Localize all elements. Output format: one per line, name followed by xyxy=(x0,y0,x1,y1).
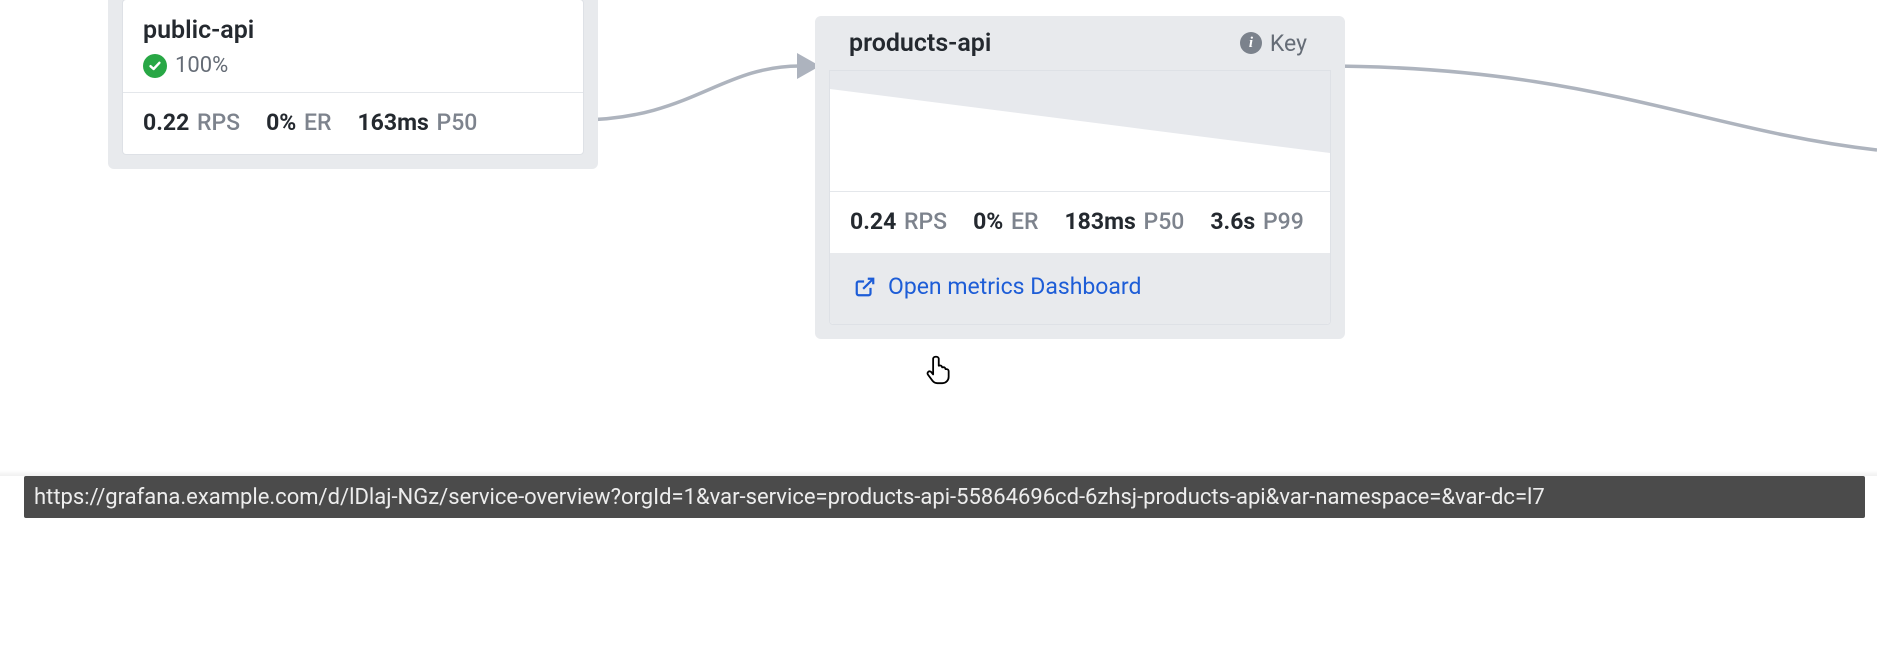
health-value: 100% xyxy=(175,53,228,78)
sparkline-chart xyxy=(830,71,1330,191)
check-circle-icon xyxy=(143,54,167,78)
metric-p50: 183ms P50 xyxy=(1064,208,1184,235)
service-card: public-api 100% 0.22 RPS 0% xyxy=(122,0,584,155)
metric-rps: 0.24 RPS xyxy=(850,208,947,235)
external-link-icon xyxy=(854,276,876,298)
metrics-row: 0.24 RPS 0% ER 183ms P50 3.6s P99 xyxy=(830,192,1330,253)
node-header: public-api 100% xyxy=(123,0,583,92)
status-bar-url: https://grafana.example.com/d/lDlaj-NGz/… xyxy=(34,485,1545,510)
browser-status-bar: https://grafana.example.com/d/lDlaj-NGz/… xyxy=(24,476,1865,518)
health-indicator: 100% xyxy=(143,53,563,78)
edge-products-out xyxy=(1322,66,1877,150)
key-label: Key xyxy=(1270,30,1307,57)
graph-canvas[interactable]: public-api 100% 0.22 RPS 0% xyxy=(0,0,1877,648)
service-card: 0.24 RPS 0% ER 183ms P50 3.6s P99 xyxy=(829,70,1331,325)
metric-rps: 0.22 RPS xyxy=(143,109,240,136)
service-node-public-api[interactable]: public-api 100% 0.22 RPS 0% xyxy=(108,0,598,169)
metrics-row: 0.22 RPS 0% ER 163ms P50 xyxy=(123,93,583,154)
node-titlebar: products-api i Key xyxy=(829,16,1331,70)
edge-public-to-products xyxy=(578,66,800,120)
service-title: public-api xyxy=(143,16,563,45)
metric-p50: 163ms P50 xyxy=(357,109,477,136)
open-metrics-dashboard-link[interactable]: Open metrics Dashboard xyxy=(854,273,1141,300)
mouse-cursor-icon xyxy=(923,350,959,386)
link-label: Open metrics Dashboard xyxy=(888,273,1141,300)
service-node-products-api[interactable]: products-api i Key 0.24 RPS 0% ER xyxy=(815,16,1345,339)
metric-p99: 3.6s P99 xyxy=(1210,208,1303,235)
key-badge[interactable]: i Key xyxy=(1240,16,1307,70)
service-title: products-api xyxy=(849,29,991,58)
metric-er: 0% ER xyxy=(266,109,331,136)
info-icon: i xyxy=(1240,32,1262,54)
node-footer: Open metrics Dashboard xyxy=(830,253,1330,324)
metric-er: 0% ER xyxy=(973,208,1038,235)
